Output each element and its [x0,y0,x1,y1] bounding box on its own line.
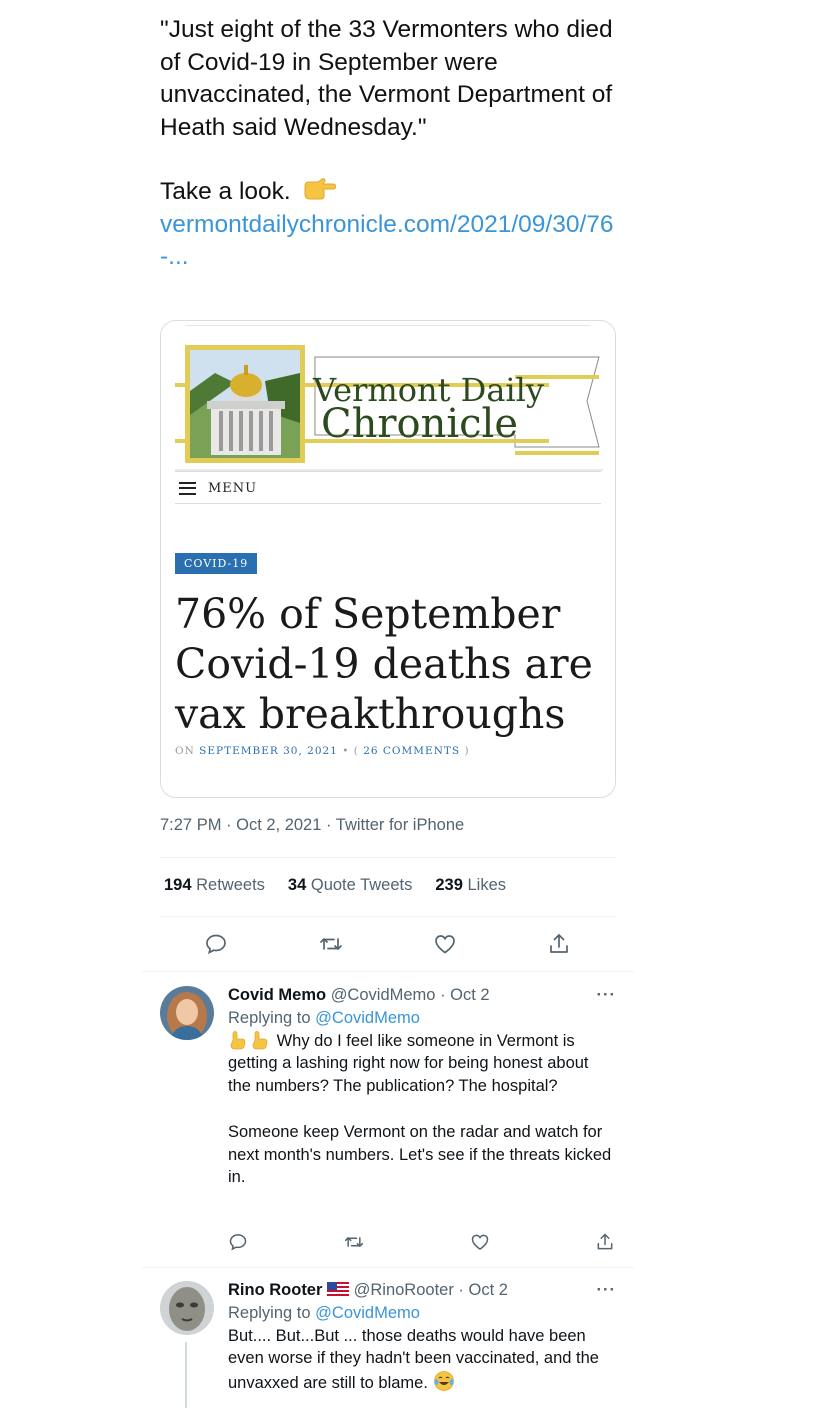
reply-icon[interactable] [204,932,228,956]
reply-date[interactable]: · Oct 2 [458,1281,508,1299]
site-banner: Vermont Daily Chronicle [175,345,603,471]
replying-to-prefix: Replying to [228,1303,311,1322]
more-options-icon[interactable]: ··· [597,984,616,1007]
reply-icon[interactable] [228,1232,248,1252]
reply-author-name[interactable]: Covid Memo [228,986,326,1004]
pointing-right-emoji-icon [304,178,336,200]
reply-author-handle[interactable]: @CovidMemo [331,986,436,1004]
divider [160,916,616,917]
menu-label: MENU [208,480,258,496]
meta-on: ON [175,745,195,757]
retweet-icon[interactable] [344,1232,364,1252]
reply-author-handle[interactable]: @RinoRooter [354,1281,454,1299]
likes-stat[interactable]: 239 Likes [435,876,506,895]
tweet-text: "Just eight of the 33 Vermonters who die… [160,14,630,274]
reply-paragraph-1: Why do I feel like someone in Vermont is… [228,1031,589,1096]
meta-date: SEPTEMBER 30, 2021 [199,745,338,757]
link-card[interactable]: Vermont Daily Chronicle MENU COVID-19 76… [160,320,616,798]
reply-date[interactable]: · Oct 2 [440,986,490,1004]
meta-comments: 26 COMMENTS [363,745,461,757]
card-top-line [185,325,591,326]
heart-icon[interactable] [433,932,457,956]
more-options-icon[interactable]: ··· [597,1279,616,1302]
thread-connector-line [185,1342,187,1408]
category-badge: COVID-19 [175,553,258,574]
retweet-icon[interactable] [319,932,343,956]
replying-to-prefix: Replying to [228,1008,311,1027]
article-title: 76% of September Covid-19 deaths are vax… [175,590,593,738]
avatar[interactable] [160,1281,214,1335]
article-link[interactable]: vermontdailychronicle.com/2021/09/30/76-… [160,211,614,271]
replying-to: Replying to @CovidMemo [228,1007,616,1030]
reply-tweet[interactable]: Rino Rooter @RinoRooter · Oct 2 ··· Repl… [142,1279,634,1408]
tears-of-joy-emoji-icon [433,1371,454,1392]
share-icon[interactable] [547,932,571,956]
reply-text: Why do I feel like someone in Vermont is… [228,1030,616,1190]
reply-text: But.... But...But ... those deaths would… [228,1325,616,1395]
meta-sep: • ( [337,745,359,757]
reply-header: Rino Rooter @RinoRooter · Oct 2 [228,1279,616,1302]
retweets-stat[interactable]: 194 Retweets [164,876,265,895]
tweet-quote: "Just eight of the 33 Vermonters who die… [160,16,613,141]
replying-to: Replying to @CovidMemo [228,1302,616,1325]
tweet-timestamp: 7:27 PM · Oct 2, 2021 · Twitter for iPho… [160,816,465,834]
heart-icon[interactable] [470,1232,490,1252]
card-divider [175,503,601,504]
card-divider [175,471,601,472]
replying-to-handle[interactable]: @CovidMemo [315,1304,420,1322]
pointing-up-emoji-icon [230,1030,268,1049]
site-menu-button[interactable]: MENU [179,477,257,499]
replying-to-handle[interactable]: @CovidMemo [315,1009,420,1027]
site-name-line2: Chronicle [321,401,518,447]
article-meta: ON SEPTEMBER 30, 2021 • ( 26 COMMENTS ) [175,745,470,757]
divider [142,971,634,972]
divider [160,857,616,858]
us-flag-icon [327,1282,350,1296]
hamburger-menu-icon [179,481,196,495]
reply-header: Covid Memo @CovidMemo · Oct 2 [228,984,616,1007]
share-icon[interactable] [595,1232,615,1252]
reply-tweet[interactable]: Covid Memo @CovidMemo · Oct 2 ··· Replyi… [142,984,634,1274]
avatar[interactable] [160,986,214,1040]
divider [142,1267,634,1268]
quote-tweets-stat[interactable]: 34 Quote Tweets [288,876,412,895]
tweet-stats: 194 Retweets 34 Quote Tweets 239 Likes [164,876,529,895]
reply-author-name[interactable]: Rino Rooter [228,1281,322,1299]
take-a-look-text: Take a look. [160,178,291,205]
meta-close: ) [464,745,470,757]
reply-paragraph-2: Someone keep Vermont on the radar and wa… [228,1122,612,1187]
reply-paragraph-1: But.... But...But ... those deaths would… [228,1326,599,1393]
